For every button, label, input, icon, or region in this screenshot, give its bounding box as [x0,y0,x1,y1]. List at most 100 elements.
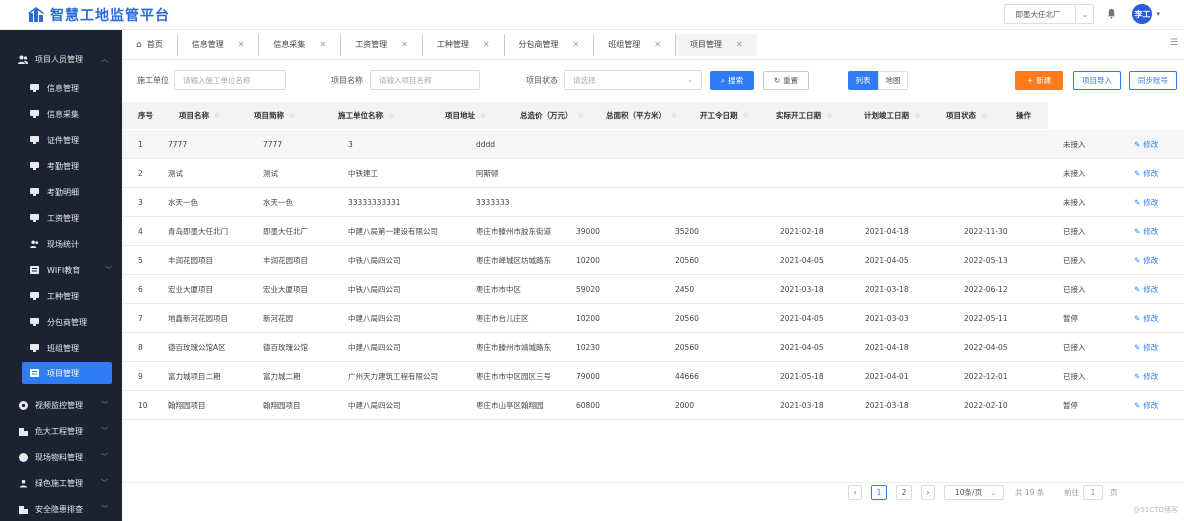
tab-salary[interactable]: 工资管理 ✕ [341,33,423,56]
table-cell: 1 [138,139,143,149]
close-icon[interactable]: ✕ [573,40,580,49]
sidebar-item-trade[interactable]: 工种管理 [22,285,112,307]
edit-button[interactable]: ✎ 修改 [1134,304,1158,332]
edit-button[interactable]: ✎ 修改 [1134,246,1158,274]
sidebar-group-materials[interactable]: 现场物料管理 ﹀ [0,445,122,469]
table-row[interactable]: 6 宏业大厦项目 宏业大厦项目 中铁八局四公司 枣庄市市中区 59020 2450 2021-… [122,275,1184,304]
caret-down-icon[interactable]: ▾ [1156,10,1160,18]
column-header[interactable]: 项目简称 ◇ [254,102,295,129]
view-list-button[interactable]: 列表 [848,71,878,90]
edit-button[interactable]: ✎ 修改 [1134,130,1158,158]
tab-project[interactable]: 项目管理 ✕ [675,33,757,56]
column-header[interactable]: 开工令日期 ◇ [700,102,748,129]
sidebar-item-wifi[interactable]: WIFI教育 ﹀ [22,259,112,281]
table-cell: 2022-04-05 [964,342,1008,352]
table-cell: 9 [138,371,143,381]
sidebar-item-certificates[interactable]: 证件管理 [22,129,112,151]
table-row[interactable]: 10 翰翔园项目 翰翔园项目 中建八局四公司 枣庄市山亭区翰翔园 60800 2000 202… [122,391,1184,420]
sidebar-item-attendance[interactable]: 考勤管理 [22,155,112,177]
sidebar-group-green[interactable]: 绿色施工管理 ﹀ [0,471,122,495]
sidebar-item-collect[interactable]: 信息采集 [22,103,112,125]
table-row[interactable]: 2 测试 测试 中铁建工 阿斯顿 未接入 ✎ 修改 [122,159,1184,188]
unit-input[interactable]: 请输入施工单位名称 [174,70,286,90]
app-logo[interactable]: 智慧工地监管平台 [28,5,170,25]
tab-info[interactable]: 信息管理 ✕ [178,33,260,56]
building-icon [18,426,28,436]
close-icon[interactable]: ✕ [654,40,661,49]
sidebar-group-safety[interactable]: 安全隐患排查 ﹀ [0,497,122,521]
sidebar-item-label: 考勤管理 [47,161,79,171]
tab-collect[interactable]: 信息采集 ✕ [259,33,342,56]
status-select[interactable]: 请选择 ⌄ [564,70,702,90]
column-header[interactable]: 实际开工日期 ◇ [776,102,832,129]
table-cell: 阿斯顿 [476,168,499,178]
sidebar-item-salary[interactable]: 工资管理 [22,207,112,229]
goto-input[interactable]: 1 [1083,485,1103,500]
edit-button[interactable]: ✎ 修改 [1134,333,1158,361]
close-icon[interactable]: ✕ [736,40,743,49]
sidebar-item-subcontractor[interactable]: 分包商管理 [22,311,112,333]
sidebar-group-video[interactable]: 视频监控管理 ﹀ [0,393,122,417]
table-cell: 广州天力建筑工程有限公司 [348,371,438,381]
page-2-button[interactable]: 2 [896,485,912,500]
tab-trade[interactable]: 工种管理 ✕ [423,33,505,56]
next-page-button[interactable]: › [921,485,935,500]
column-header[interactable]: 项目名称 ◇ [179,102,220,129]
column-header[interactable]: 项目地址 ◇ [445,102,486,129]
table-row[interactable]: 7 地鑫新河花园项目 新河花园 中建八局四公司 枣庄市台儿庄区 10200 20560 202… [122,304,1184,333]
close-icon[interactable]: ✕ [401,40,408,49]
column-header[interactable]: 施工单位名称 ◇ [338,102,394,129]
sidebar-item-project[interactable]: 项目管理 [22,362,112,384]
page-1-button[interactable]: 1 [871,485,887,500]
prev-page-button[interactable]: ‹ [848,485,862,500]
chevron-down-icon[interactable]: ⌄ [1076,4,1095,24]
close-icon[interactable]: ✕ [319,40,326,49]
table-row[interactable]: 3 水天一色 水天一色 33333333331 3333333 未接入 ✎ 修改 [122,188,1184,217]
column-header[interactable]: 计划竣工日期 ◇ [864,102,920,129]
edit-icon: ✎ [1134,284,1141,294]
sidebar-item-team[interactable]: 班组管理 [22,337,112,359]
sidebar-item-attendance-detail[interactable]: 考勤明细 [22,181,112,203]
edit-button[interactable]: ✎ 修改 [1134,159,1158,187]
edit-button[interactable]: ✎ 修改 [1134,391,1158,419]
table-row[interactable]: 4 青岛即墨大任北门 即墨大任北厂 中建八局第一建设有限公司 枣庄市滕州市胶东街道 390… [122,217,1184,246]
table-cell: 中铁八局四公司 [348,284,401,294]
import-button[interactable]: 项目导入 [1073,71,1121,90]
tab-team[interactable]: 班组管理 ✕ [594,33,676,56]
table-row[interactable]: 8 德百玫瑰公馆A区 德百玫瑰公馆 中建八局四公司 枣庄市滕州市靖城路东 10230 205… [122,333,1184,362]
menu-icon[interactable]: ☰ [1170,38,1178,48]
tab-subcontractor[interactable]: 分包商管理 ✕ [505,33,595,56]
table-row[interactable]: 9 富力城项目二期 富力城二期 广州天力建筑工程有限公司 枣庄市市中区园区三号 79000… [122,362,1184,391]
reset-button[interactable]: ↻ 重置 [763,71,809,90]
company-select[interactable]: 即墨大任北厂 [1004,4,1077,24]
search-button[interactable]: ⌕ 搜索 [710,71,754,90]
sync-button[interactable]: 同步账号 [1129,71,1177,90]
edit-button[interactable]: ✎ 修改 [1134,275,1158,303]
edit-button[interactable]: ✎ 修改 [1134,362,1158,390]
edit-button[interactable]: ✎ 修改 [1134,217,1158,245]
sort-icon: ◇ [827,112,832,119]
sidebar-group-hazard[interactable]: 危大工程管理 ﹀ [0,419,122,443]
view-map-button[interactable]: 地图 [878,71,908,90]
page-size-select[interactable]: 10条/页 ⌄ [944,485,1004,500]
column-header[interactable]: 项目状态 ◇ [946,102,987,129]
table-row[interactable]: 5 丰润花园项目 丰润花园项目 中铁八局四公司 枣庄市峄城区坊城路东 10200 20560… [122,246,1184,275]
sidebar-item-info[interactable]: 信息管理 [22,77,112,99]
new-button[interactable]: + 新建 [1015,71,1063,90]
project-name-input[interactable]: 请输入项目名称 [370,70,480,90]
user-avatar[interactable]: 李工 [1132,4,1153,24]
table-cell: 已接入 [1063,284,1086,294]
sidebar-item-site-stats[interactable]: 现场统计 [22,233,112,255]
column-header[interactable]: 总造价（万元） ◇ [520,102,583,129]
column-header[interactable]: 总面积（平方米） ◇ [606,102,677,129]
close-icon[interactable]: ✕ [483,40,490,49]
table-cell: 枣庄市滕州市胶东街道 [476,226,551,236]
table-row[interactable]: 1 7777 7777 3 dddd 未接入 ✎ 修改 [122,130,1184,159]
tab-home[interactable]: ⌂ 首页 [122,33,178,56]
bell-icon[interactable] [1106,8,1118,20]
sidebar-group-personnel[interactable]: 项目人员管理 ︿ [0,47,122,71]
edit-button[interactable]: ✎ 修改 [1134,188,1158,216]
chevron-down-icon: ﹀ [101,453,108,461]
close-icon[interactable]: ✕ [238,40,245,49]
table-header: 序号 项目名称 ◇ 项目简称 ◇ 施工单位名称 ◇ 项目地址 ◇ 总造价（万元） ◇ 总面… [122,102,1048,129]
